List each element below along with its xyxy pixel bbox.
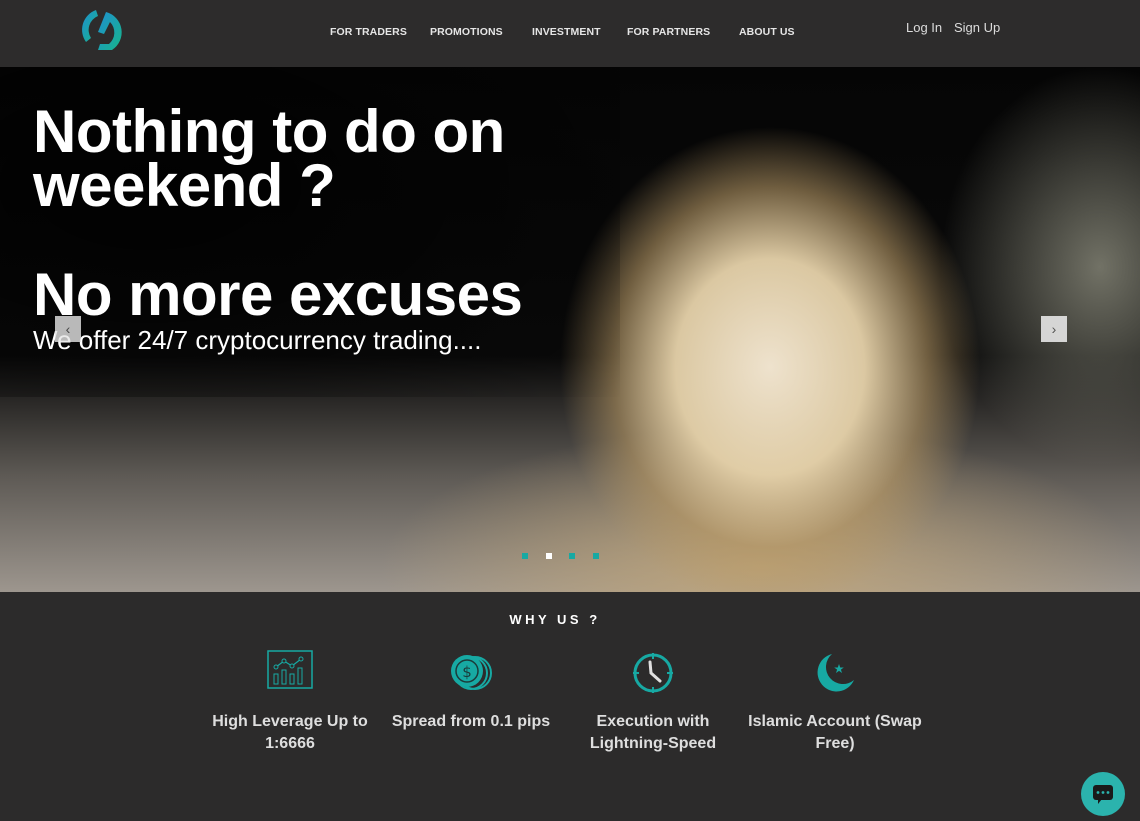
coins-icon: $ <box>451 655 492 690</box>
chevron-left-icon: ‹ <box>65 321 71 337</box>
hero-subtitle: We offer 24/7 cryptocurrency trading.... <box>33 325 482 355</box>
hero-headline-2: No more excuses <box>33 261 523 328</box>
carousel-dot-4[interactable] <box>593 553 599 559</box>
nav-investment[interactable]: INVESTMENT <box>532 26 601 38</box>
feature-label: Islamic Account (Swap Free) <box>748 713 922 752</box>
clock-icon <box>633 653 673 693</box>
chat-icon <box>1093 785 1113 804</box>
hero-headline-1: Nothing to do on weekend ? <box>33 98 505 219</box>
nav-for-partners[interactable]: FOR PARTNERS <box>627 26 710 38</box>
chart-icon <box>267 650 313 689</box>
chat-button[interactable] <box>1081 772 1125 816</box>
carousel-dot-3[interactable] <box>569 553 575 559</box>
feature-label: High Leverage Up to 1:6666 <box>212 713 368 752</box>
why-us-section: WHY US ? High Leverage Up to 1:6666 $ Sp… <box>0 592 1140 821</box>
svg-text:$: $ <box>462 663 472 681</box>
chevron-right-icon: › <box>1051 321 1057 337</box>
nav-promotions[interactable]: PROMOTIONS <box>430 26 503 38</box>
carousel-dot-2[interactable] <box>546 553 552 559</box>
feature-label: Execution with Lightning-Speed <box>589 713 717 752</box>
feature-leverage: High Leverage Up to 1:6666 <box>200 650 380 755</box>
site-header: FOR TRADERS PROMOTIONS INVESTMENT FOR PA… <box>0 0 1140 67</box>
nav-for-traders[interactable]: FOR TRADERS <box>330 26 407 38</box>
feature-spread: $ Spread from 0.1 pips <box>381 650 561 733</box>
login-link[interactable]: Log In <box>906 20 942 35</box>
crescent-icon <box>817 654 854 692</box>
carousel-dot-1[interactable] <box>522 553 528 559</box>
hero-carousel: Nothing to do on weekend ? No more excus… <box>0 67 1140 592</box>
signup-link[interactable]: Sign Up <box>954 20 1000 35</box>
feature-islamic-account: Islamic Account (Swap Free) <box>745 650 925 755</box>
feature-execution: Execution with Lightning-Speed <box>563 650 743 755</box>
carousel-prev-button[interactable]: ‹ <box>55 316 81 342</box>
carousel-next-button[interactable]: › <box>1041 316 1067 342</box>
nav-about-us[interactable]: ABOUT US <box>739 26 795 38</box>
why-us-title: WHY US ? <box>509 612 601 627</box>
feature-label: Spread from 0.1 pips <box>391 713 551 730</box>
